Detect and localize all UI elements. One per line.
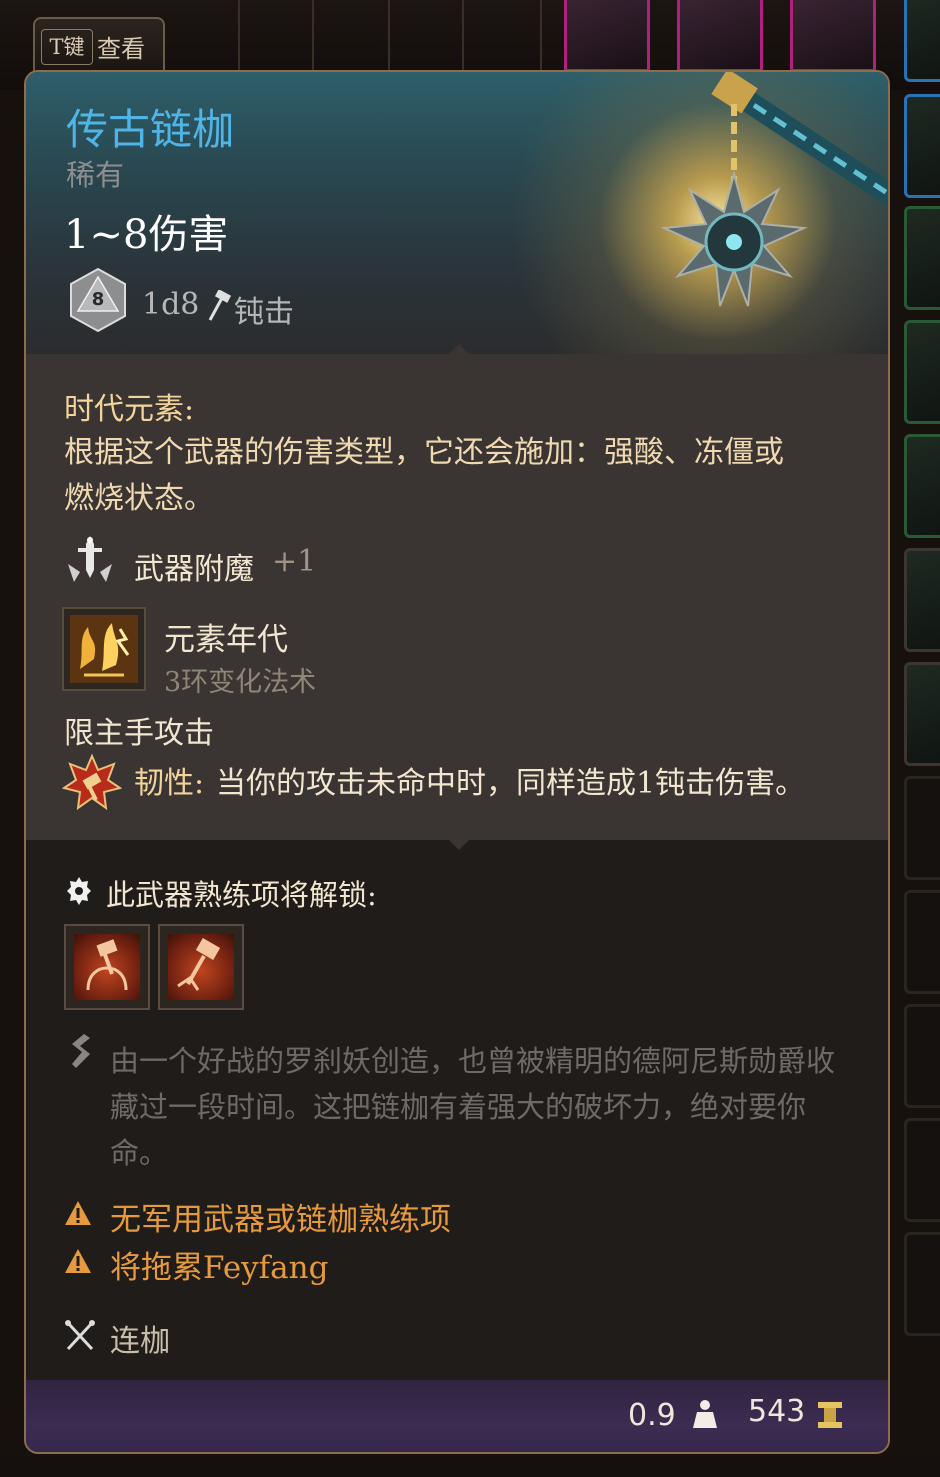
damage-range: 1~8伤害 [64, 212, 229, 258]
proficiency-gear-icon [67, 877, 91, 905]
weapon-action-slot[interactable] [64, 924, 150, 1010]
inventory-slot[interactable] [904, 434, 940, 538]
inventory-slot[interactable] [564, 0, 650, 72]
sword-enchant-icon [68, 536, 112, 582]
toughness-icon [62, 754, 122, 811]
gold-coin-icon [818, 1402, 842, 1428]
item-tooltip: 传古链枷 稀有 1~8伤害 8 1d8 钝击 时代元素: 根据这个武器的伤害类型… [24, 70, 890, 1454]
inventory-slot[interactable] [904, 776, 940, 880]
damage-dice: 1d8 [142, 287, 200, 322]
flail-item-icon [660, 72, 888, 307]
section-notch [449, 344, 469, 354]
proficiency-unlock-title: 此武器熟练项将解锁: [106, 878, 377, 912]
inventory-slot[interactable] [904, 890, 940, 994]
grid-divider [462, 0, 464, 80]
spell-level: 3环变化法术 [164, 667, 317, 698]
inventory-slot[interactable] [904, 662, 940, 766]
inventory-slot[interactable] [904, 1004, 940, 1108]
smash-action-glyph [177, 937, 221, 991]
warning-text: 无军用武器或链枷熟练项 [110, 1202, 451, 1238]
grid-divider [238, 0, 240, 80]
view-tab-label: 查看 [97, 35, 145, 63]
view-tab[interactable]: T键 查看 [33, 17, 165, 73]
inventory-slot[interactable] [904, 1232, 940, 1336]
enchant-title: 时代元素: [64, 392, 195, 427]
warning-icon [65, 1249, 91, 1273]
grid-divider [388, 0, 390, 80]
grid-divider [540, 0, 542, 80]
weight-icon [693, 1400, 717, 1428]
spell-slot[interactable] [62, 607, 146, 691]
grid-divider [312, 0, 314, 80]
elemental-spell-icon [70, 615, 138, 683]
hotkey-badge: T键 [41, 29, 93, 65]
inventory-slot[interactable] [904, 206, 940, 310]
crossed-weapons-icon [65, 1320, 95, 1351]
hammer-icon [208, 290, 232, 321]
toughness-label: 韧性: [134, 766, 205, 801]
inventory-slot[interactable] [904, 548, 940, 652]
weapon-action-slot[interactable] [158, 924, 244, 1010]
die-face-label: 8 [92, 289, 105, 310]
item-rarity: 稀有 [66, 158, 125, 192]
inventory-slot[interactable] [790, 0, 876, 72]
item-price: 543 [748, 1394, 806, 1429]
damage-type: 钝击 [234, 295, 294, 330]
item-lore: 由一个好战的罗刹妖创造，也曾被精明的德阿尼斯勋爵收藏过一段时间。这把链枷有着强大… [110, 1044, 836, 1170]
inventory-slot[interactable] [677, 0, 763, 72]
warning-icon [65, 1201, 91, 1225]
weapon-enchant-value: +1 [272, 544, 317, 579]
weapon-type: 连枷 [110, 1324, 170, 1359]
spell-name: 元素年代 [164, 622, 288, 658]
inventory-slot[interactable] [904, 0, 940, 82]
toughness-description: 当你的攻击未命中时，同样造成1钝击伤害。 [216, 766, 806, 801]
lore-quill-icon [72, 1034, 90, 1068]
item-name: 传古链枷 [66, 105, 235, 154]
weapon-enchant-label: 武器附魔 [134, 552, 254, 587]
d8-die-icon: 8 [70, 267, 126, 333]
screen-bottom-strip [0, 1456, 940, 1477]
brace-action-glyph [86, 939, 128, 991]
item-weight: 0.9 [628, 1398, 676, 1433]
warning-text: 将拖累Feyfang [110, 1250, 329, 1286]
inventory-slot[interactable] [904, 1118, 940, 1222]
inventory-slot[interactable] [904, 94, 940, 198]
section-notch [449, 840, 469, 850]
enchant-description: 根据这个武器的伤害类型，它还会施加：强酸、冻僵或燃烧状态。 [64, 435, 784, 516]
main-hand-only: 限主手攻击 [64, 716, 214, 751]
inventory-slot[interactable] [904, 320, 940, 424]
